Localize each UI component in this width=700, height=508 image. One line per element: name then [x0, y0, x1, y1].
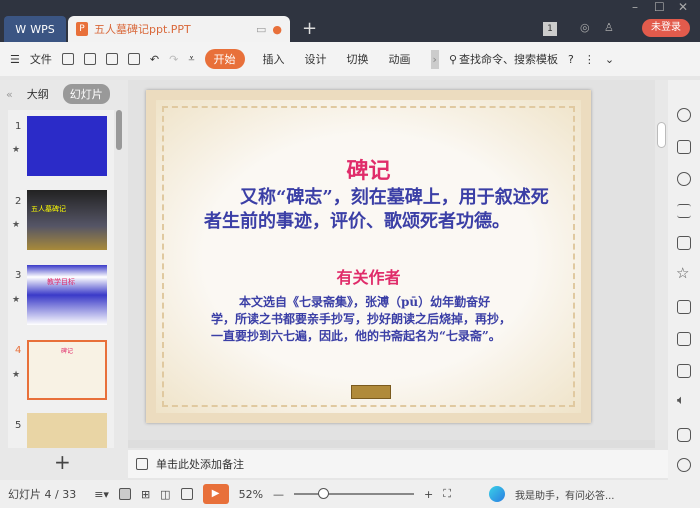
slide-subtitle: 有关作者 — [336, 268, 401, 287]
scrollbar-thumb[interactable] — [657, 122, 666, 148]
chevron-down-icon[interactable]: ⌄ — [605, 53, 614, 66]
animation-star-icon: ★ — [12, 145, 21, 155]
monitor-icon[interactable]: ▭ — [256, 23, 266, 36]
tab-outline[interactable]: 大纲 — [27, 86, 49, 102]
tab-animation[interactable]: 动画 — [389, 51, 411, 67]
tab-insert[interactable]: 插入 — [263, 51, 285, 67]
slide-thumbnail-5[interactable] — [27, 413, 107, 448]
ppt-file-icon: P — [76, 22, 88, 36]
menu-icon[interactable]: ☰ — [10, 53, 20, 66]
thumbnail-title: 碑记 — [60, 348, 73, 355]
toolbar: ☰ 文件 ↶ ↷ ⩡ 开始 插入 设计 切换 动画 › ⚲ 查找命令、搜索模板 … — [0, 42, 700, 76]
slide-sorter-icon[interactable]: ⊞ — [141, 488, 150, 501]
export-icon[interactable] — [83, 53, 96, 65]
back-arrow-button[interactable] — [351, 385, 391, 399]
slide-number: 5 — [15, 420, 22, 431]
properties-icon[interactable] — [677, 204, 691, 218]
zoom-in-button[interactable]: + — [424, 488, 433, 501]
slide[interactable]: 碑记 又称“碑志”，刻在墓碑上，用于叙述死者生前的事迹，评价、歌颂死者功德。 有… — [146, 90, 591, 423]
notes-view-icon[interactable] — [180, 488, 193, 500]
play-slideshow-button[interactable]: ▶ — [202, 484, 229, 504]
skin-icon[interactable]: ◎ — [580, 21, 590, 34]
panel-tabs: « 大纲 幻灯片 — [0, 84, 128, 104]
notes-icon — [136, 458, 148, 470]
share-edit-icon[interactable] — [677, 332, 691, 346]
slide-thumbnail-2[interactable]: 五人墓碑记 — [27, 190, 107, 250]
animation-star-icon: ★ — [12, 295, 21, 305]
slide-layout-icon[interactable] — [677, 140, 691, 154]
slide-number: 1 — [15, 121, 22, 132]
slide-thumbnail-1[interactable] — [27, 116, 107, 176]
page-badge[interactable]: 1 — [543, 22, 557, 36]
tab-transition[interactable]: 切换 — [347, 51, 369, 67]
document-tab[interactable]: P 五人墓碑记ppt.PPT ▭ ● — [68, 16, 290, 42]
zoom-out-button[interactable]: — — [273, 488, 284, 501]
shirt-icon[interactable]: ♙ — [604, 21, 614, 34]
unsaved-dot-icon: ● — [272, 22, 282, 36]
horizontal-scrollbar[interactable] — [128, 440, 655, 448]
minimize-button[interactable]: – — [632, 0, 638, 14]
wps-logo-icon: W — [15, 22, 27, 36]
assistant-text[interactable]: 我是助手，有问必答... — [515, 487, 615, 502]
slide-number: 4 — [15, 345, 22, 356]
thumbnail-title: 五人墓碑记 — [31, 205, 66, 213]
tab-design[interactable]: 设计 — [305, 51, 327, 67]
fit-window-icon[interactable]: ⛶ — [443, 487, 451, 501]
zoom-level[interactable]: 52% — [239, 488, 263, 501]
close-button[interactable]: ✕ — [678, 0, 688, 14]
thumbnail-title: 教学目标 — [47, 278, 75, 286]
slide-border — [162, 106, 575, 407]
slide-thumbnail-3[interactable]: 教学目标 — [27, 265, 107, 325]
tab-start[interactable]: 开始 — [204, 49, 245, 69]
maximize-button[interactable]: ☐ — [654, 0, 665, 14]
wps-home-tab[interactable]: W WPS — [4, 16, 66, 42]
slide-thumbnail-4[interactable]: 碑记 — [27, 340, 107, 400]
collapse-icon[interactable]: « — [6, 88, 13, 101]
slide-paragraph-1: 又称“碑志”，刻在墓碑上，用于叙述死者生前的事迹，评价、歌颂死者功德。 — [204, 187, 549, 232]
image-icon[interactable] — [677, 364, 691, 378]
info-icon[interactable] — [677, 458, 691, 472]
notes-placeholder: 单击此处添加备注 — [156, 458, 244, 471]
slide-counter: 幻灯片 4 / 33 — [8, 488, 77, 501]
redo-icon[interactable]: ↷ — [169, 53, 178, 66]
save-icon[interactable] — [61, 53, 74, 65]
assistant-icon[interactable] — [488, 486, 505, 502]
tab-slides[interactable]: 幻灯片 — [62, 84, 110, 104]
zoom-slider[interactable] — [294, 488, 415, 499]
shapes-icon[interactable] — [677, 172, 691, 186]
notes-area[interactable]: 单击此处添加备注 — [128, 450, 668, 478]
slide-number: 3 — [15, 270, 22, 281]
reading-view-icon[interactable]: ◫ — [160, 488, 170, 501]
customize-icon[interactable]: ⩡ — [188, 52, 194, 66]
more-icon[interactable]: ⋮ — [584, 53, 595, 66]
normal-view-icon[interactable] — [118, 488, 131, 500]
file-menu[interactable]: 文件 — [30, 51, 52, 67]
more-tabs-button[interactable]: › — [430, 49, 439, 69]
notes-toggle-icon[interactable]: ≡▾ — [94, 488, 109, 501]
search-command[interactable]: 查找命令、搜索模板 — [459, 51, 558, 67]
animation-star-icon: ★ — [12, 370, 21, 380]
slide-number: 2 — [15, 196, 22, 207]
animation-star-icon: ★ — [12, 220, 21, 230]
star-icon[interactable]: ☆ — [676, 264, 689, 282]
magic-icon[interactable] — [677, 108, 691, 122]
help-icon[interactable]: ? — [568, 53, 574, 66]
sound-icon[interactable]: 🔈︎ — [677, 393, 685, 408]
picture-gallery-icon[interactable] — [677, 236, 691, 250]
document-tab-label: 五人墓碑记ppt.PPT — [94, 23, 191, 36]
add-slide-button[interactable]: + — [54, 450, 71, 474]
zoom-slider-handle[interactable] — [318, 488, 330, 499]
login-button[interactable]: 未登录 — [642, 19, 690, 37]
slide-title: 碑记 — [346, 158, 391, 184]
search-icon[interactable]: ⚲ — [449, 53, 457, 66]
archive-icon[interactable] — [677, 300, 691, 314]
undo-icon[interactable]: ↶ — [150, 53, 159, 66]
panel-scrollbar[interactable] — [116, 110, 122, 150]
status-bar: 幻灯片 4 / 33 ≡▾ ⊞ ◫ ▶ 52% — + ⛶ 我是助手，有问必答.… — [0, 480, 700, 508]
print-preview-icon[interactable] — [127, 53, 140, 65]
print-icon[interactable] — [105, 53, 118, 65]
new-tab-button[interactable]: + — [302, 18, 317, 39]
slide-paragraph-2: 本文选自《七录斋集》，张溥（pū）幼年勤奋好学，所读之书都要亲手抄写，抄好朗读之… — [211, 295, 512, 343]
shield-icon[interactable] — [677, 428, 691, 442]
